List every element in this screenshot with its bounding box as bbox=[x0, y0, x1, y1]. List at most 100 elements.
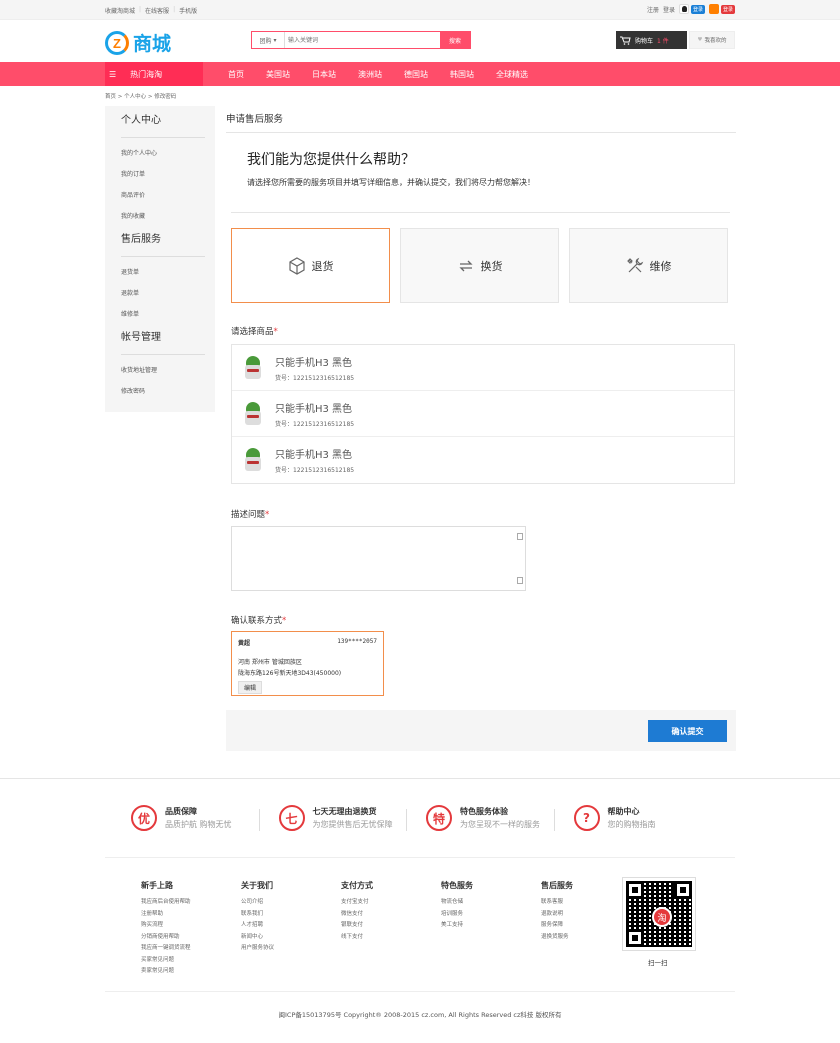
favorites-button[interactable]: ♥ 我喜欢的 bbox=[689, 31, 735, 49]
footer-link[interactable]: 线下支付 bbox=[341, 932, 441, 944]
sidebar-item-returns[interactable]: 退货单 bbox=[121, 267, 215, 288]
list-item[interactable]: 只能手机H3 黑色 货号：1221512316512185 bbox=[232, 345, 734, 391]
nav-item-global[interactable]: 全球精选 bbox=[485, 69, 539, 80]
help-section: 我们能为您提供什么帮助？ 请选择您所需要的服务项目并填写详细信息，并确认提交，我… bbox=[231, 133, 730, 213]
search-input[interactable] bbox=[285, 32, 440, 48]
qq-login-button[interactable]: 登录 bbox=[678, 4, 705, 14]
qq-icon bbox=[678, 4, 689, 14]
edit-address-button[interactable]: 编辑 bbox=[238, 681, 263, 694]
feature-special: 特 特色服务体验 为您呈现不一样的服务 bbox=[406, 805, 574, 831]
cart-count: 1 件 bbox=[657, 37, 669, 45]
nav-item-australia[interactable]: 澳洲站 bbox=[347, 69, 393, 80]
footer-link[interactable]: 买家常见问题 bbox=[141, 955, 241, 967]
box-icon bbox=[288, 256, 305, 275]
taobao-icon bbox=[708, 4, 719, 14]
search-button[interactable]: 搜索 bbox=[440, 32, 470, 48]
describe-label: 描述问题* bbox=[231, 510, 270, 520]
topbar-links: 收藏淘商城 | 在线客服 | 手机版 bbox=[105, 6, 198, 15]
footer-link[interactable]: 支付宝支付 bbox=[341, 897, 441, 909]
sidebar-group-title: 帐号管理 bbox=[121, 331, 205, 355]
online-service-link[interactable]: 在线客服 bbox=[145, 6, 169, 15]
footer-link[interactable]: 新闻中心 bbox=[241, 932, 341, 944]
site-logo[interactable]: Z 商城 bbox=[105, 29, 171, 56]
product-image bbox=[242, 356, 264, 380]
divider bbox=[105, 857, 735, 858]
contact-address-line1: 河南 郑州市 管城回族区 bbox=[238, 659, 302, 666]
sidebar-item-reviews[interactable]: 商品评价 bbox=[121, 190, 215, 211]
footer-link[interactable]: 注册帮助 bbox=[141, 909, 241, 921]
page-title: 申请售后服务 bbox=[226, 106, 736, 133]
sidebar: 个人中心 我的个人中心 我的订单 商品评价 我的收藏 售后服务 退货单 退款单 … bbox=[105, 106, 215, 412]
footer-link[interactable]: 微信支付 bbox=[341, 909, 441, 921]
header: Z 商城 团购 ▾ 搜索 购物车 1 件 ♥ 我喜欢的 bbox=[0, 20, 840, 62]
mobile-link[interactable]: 手机版 bbox=[179, 6, 197, 15]
sidebar-item-refunds[interactable]: 退款单 bbox=[121, 288, 215, 309]
nav-item-germany[interactable]: 德国站 bbox=[393, 69, 439, 80]
sidebar-item-my-center[interactable]: 我的个人中心 bbox=[121, 148, 215, 169]
contact-label: 确认联系方式* bbox=[231, 616, 287, 626]
footer-link[interactable]: 人才招聘 bbox=[241, 920, 341, 932]
copyright: 闽ICP备15013795号 Copyright® 2008-2015 cz.c… bbox=[278, 1011, 562, 1019]
product-number: 货号：1221512316512185 bbox=[275, 421, 355, 428]
sidebar-item-favorites[interactable]: 我的收藏 bbox=[121, 211, 215, 227]
seven-day-icon: 七 bbox=[278, 805, 305, 831]
footer-column: 特色服务 物流仓储 培训服务 美工支持 bbox=[441, 880, 541, 978]
taobao-icon: 淘 bbox=[652, 907, 672, 927]
footer-link[interactable]: 用户服务协议 bbox=[241, 943, 341, 955]
nav-item-home[interactable]: 首页 bbox=[217, 69, 255, 80]
nav-item-korea[interactable]: 韩国站 bbox=[439, 69, 485, 80]
search-type-select[interactable]: 团购 ▾ bbox=[252, 32, 285, 48]
submit-button[interactable]: 确认提交 bbox=[648, 720, 727, 742]
help-icon: ? bbox=[573, 805, 600, 831]
sidebar-group-title: 个人中心 bbox=[121, 114, 205, 138]
nav-item-us[interactable]: 美国站 bbox=[255, 69, 301, 80]
cart-button[interactable]: 购物车 1 件 bbox=[616, 31, 687, 49]
footer-link[interactable]: 物流仓储 bbox=[441, 897, 541, 909]
service-repair-button[interactable]: 维修 bbox=[569, 228, 728, 303]
footer-link[interactable]: 分销商使用帮助 bbox=[141, 932, 241, 944]
sidebar-item-addresses[interactable]: 收货地址管理 bbox=[121, 365, 215, 386]
footer-link[interactable]: 公司介绍 bbox=[241, 897, 341, 909]
footer-link[interactable]: 联系我们 bbox=[241, 909, 341, 921]
nav-item-japan[interactable]: 日本站 bbox=[301, 69, 347, 80]
service-exchange-button[interactable]: 换货 bbox=[400, 228, 559, 303]
cart-label: 购物车 bbox=[635, 37, 654, 45]
category-menu[interactable]: ☰ 热门海淘 bbox=[105, 62, 203, 86]
main-nav: ☰ 热门海淘 首页 美国站 日本站 澳洲站 德国站 韩国站 全球精选 bbox=[0, 62, 840, 86]
list-icon: ☰ bbox=[109, 69, 117, 79]
problem-description-textarea[interactable] bbox=[231, 526, 526, 591]
footer-column: 新手上路 我应商后台使用帮助 注册帮助 购买流程 分销商使用帮助 我应商一键调货… bbox=[141, 880, 241, 978]
service-options: 退货 换货 维修 bbox=[231, 228, 736, 303]
sidebar-item-repairs[interactable]: 维修单 bbox=[121, 309, 215, 325]
footer-link[interactable]: 我应商一键调货流程 bbox=[141, 943, 241, 955]
exchange-icon bbox=[458, 260, 473, 271]
service-return-button[interactable]: 退货 bbox=[231, 228, 390, 303]
list-item[interactable]: 只能手机H3 黑色 货号：1221512316512185 bbox=[232, 437, 734, 483]
footer-link[interactable]: 美工支持 bbox=[441, 920, 541, 932]
search-bar: 团购 ▾ 搜索 bbox=[251, 31, 471, 49]
register-link[interactable]: 注册 bbox=[647, 5, 659, 14]
scroll-down-icon[interactable] bbox=[517, 577, 523, 584]
sidebar-item-orders[interactable]: 我的订单 bbox=[121, 169, 215, 190]
sidebar-item-password[interactable]: 修改密码 bbox=[121, 386, 215, 407]
footer-link[interactable]: 购买流程 bbox=[141, 920, 241, 932]
bookmark-link[interactable]: 收藏淘商城 bbox=[105, 6, 135, 15]
product-image bbox=[242, 402, 264, 426]
product-number: 货号：1221512316512185 bbox=[275, 375, 355, 382]
list-item[interactable]: 只能手机H3 黑色 货号：1221512316512185 bbox=[232, 391, 734, 437]
feature-returns: 七 七天无理由退换货 为您提供售后无忧保障 bbox=[258, 805, 427, 831]
contact-phone: 139****2057 bbox=[337, 638, 377, 645]
footer-link[interactable]: 银联支付 bbox=[341, 920, 441, 932]
logo-icon: Z bbox=[105, 30, 129, 55]
footer-link[interactable]: 我应商后台使用帮助 bbox=[141, 897, 241, 909]
footer-link[interactable]: 培训服务 bbox=[441, 909, 541, 921]
tools-icon bbox=[626, 257, 643, 272]
taobao-login-button[interactable]: 登录 bbox=[708, 4, 735, 14]
logo-text: 商城 bbox=[133, 33, 172, 55]
scroll-up-icon[interactable] bbox=[517, 533, 523, 540]
contact-address-card[interactable]: 黄超 139****2057 河南 郑州市 管城回族区 陇海东路126号新天地3… bbox=[231, 631, 384, 696]
footer-link[interactable]: 卖家常见问题 bbox=[141, 966, 241, 978]
login-link[interactable]: 登录 bbox=[663, 5, 675, 14]
caret-down-icon: ▾ bbox=[273, 36, 277, 44]
divider bbox=[105, 991, 735, 992]
